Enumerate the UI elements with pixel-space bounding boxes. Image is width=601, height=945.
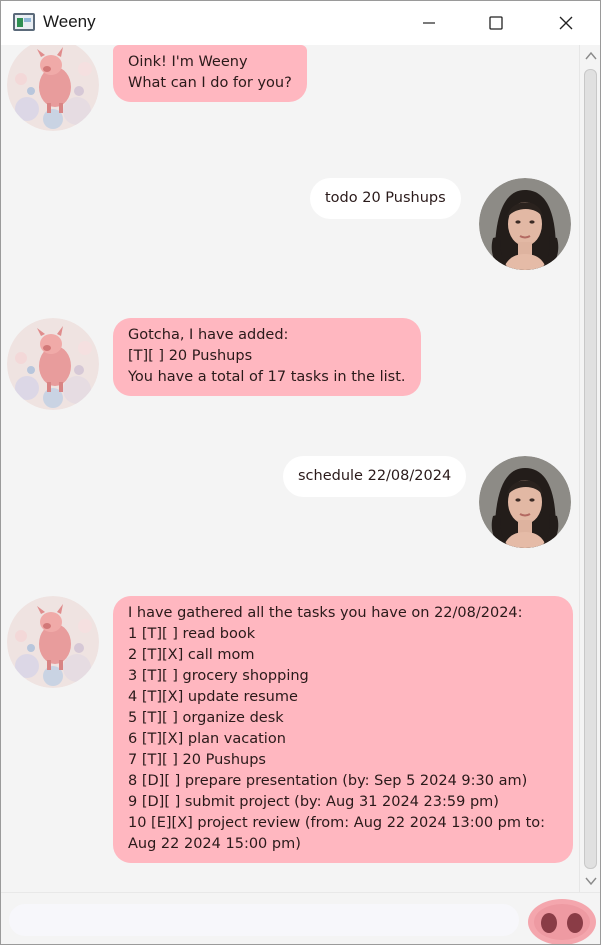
maximize-button[interactable] [461,1,531,45]
user-avatar [479,456,571,548]
user-avatar [479,178,571,270]
title-bar[interactable]: Weeny [1,1,600,45]
bot-message-bubble: Gotcha, I have added: [T][ ] 20 Pushups … [113,318,421,396]
pig-snout-icon [528,899,596,944]
message-input[interactable] [9,904,519,936]
close-icon [559,16,573,30]
minimize-icon [423,22,435,24]
send-button[interactable] [527,895,597,944]
maximize-icon [489,16,503,30]
close-button[interactable] [531,1,600,45]
app-window-icon [13,13,35,31]
scroll-down-icon [585,877,597,886]
minimize-button[interactable] [394,1,464,45]
chat-scrollbar[interactable] [579,45,600,892]
app-window: Weeny Oink! I'm Weeny What can I do for … [0,0,601,945]
window-title: Weeny [43,12,96,31]
input-bar [1,892,600,944]
chat-scroll-area[interactable]: Oink! I'm Weeny What can I do for you? t… [1,45,579,892]
pig-avatar [7,45,99,131]
pig-avatar [7,318,99,410]
user-message-bubble: todo 20 Pushups [310,178,461,219]
bot-message-bubble: Oink! I'm Weeny What can I do for you? [113,45,307,102]
bot-message-bubble: I have gathered all the tasks you have o… [113,596,573,863]
pig-avatar [7,596,99,688]
scrollbar-thumb[interactable] [584,69,597,869]
user-message-bubble: schedule 22/08/2024 [283,456,467,497]
scroll-up-icon [585,51,597,60]
